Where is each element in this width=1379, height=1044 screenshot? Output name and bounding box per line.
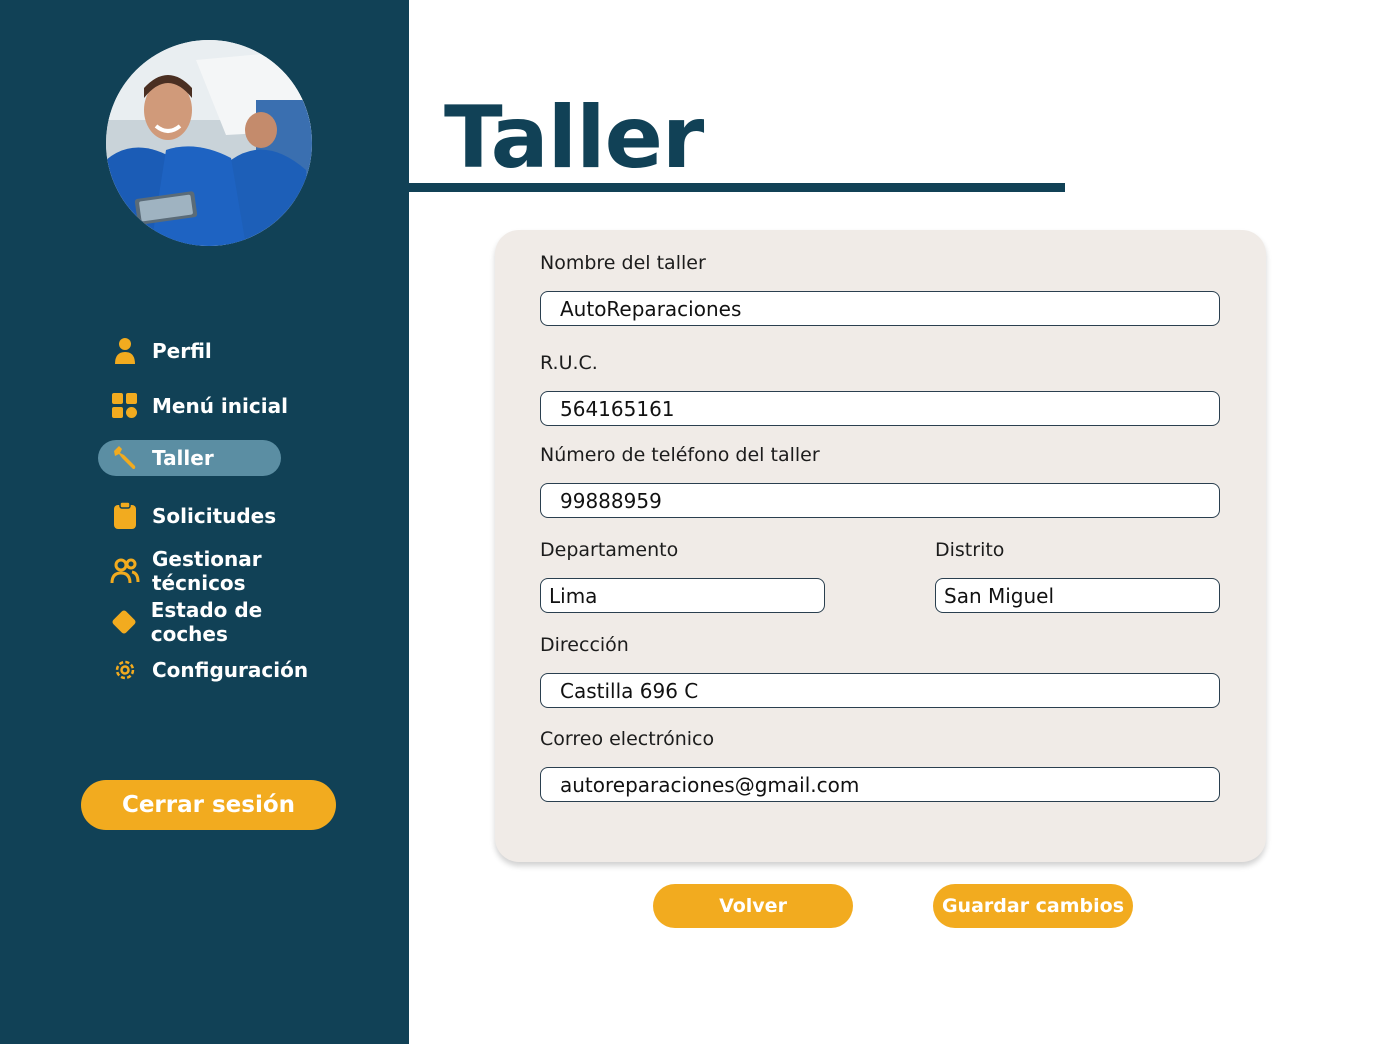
sidebar-item-label: Taller bbox=[152, 446, 214, 470]
mechanic-photo bbox=[106, 40, 312, 246]
back-button[interactable]: Volver bbox=[653, 884, 853, 928]
sidebar-item-taller[interactable]: Taller bbox=[98, 440, 281, 476]
grid-icon bbox=[110, 391, 140, 421]
logout-button[interactable]: Cerrar sesión bbox=[81, 780, 336, 830]
correo-label: Correo electrónico bbox=[540, 728, 715, 750]
nombre-label: Nombre del taller bbox=[540, 252, 706, 274]
sidebar-item-label: Perfil bbox=[152, 339, 212, 363]
sidebar-item-gestionar-tecnicos[interactable]: Gestionar técnicos bbox=[98, 547, 338, 595]
telefono-label: Número de teléfono del taller bbox=[540, 444, 820, 466]
save-button[interactable]: Guardar cambios bbox=[933, 884, 1133, 928]
distrito-input[interactable]: San Miguel bbox=[935, 578, 1220, 613]
direccion-label: Dirección bbox=[540, 634, 629, 656]
title-divider bbox=[409, 183, 1065, 192]
clipboard-icon bbox=[110, 501, 140, 531]
users-icon bbox=[110, 556, 140, 586]
direccion-input[interactable]: Castilla 696 C bbox=[540, 673, 1220, 708]
gear-icon bbox=[110, 655, 140, 685]
ruc-label: R.U.C. bbox=[540, 352, 598, 374]
sidebar-item-configuracion[interactable]: Configuración bbox=[98, 652, 338, 688]
sidebar-item-label: Solicitudes bbox=[152, 504, 277, 528]
departamento-input[interactable]: Lima bbox=[540, 578, 825, 613]
page-title: Taller bbox=[444, 88, 704, 188]
sidebar-item-label: Configuración bbox=[152, 658, 309, 682]
sidebar-item-label: Menú inicial bbox=[152, 394, 288, 418]
correo-input[interactable]: autoreparaciones@gmail.com bbox=[540, 767, 1220, 802]
ruc-input[interactable]: 564165161 bbox=[540, 391, 1220, 426]
sidebar-item-label: Estado de coches bbox=[150, 598, 263, 646]
distrito-label: Distrito bbox=[935, 539, 1005, 561]
departamento-label: Departamento bbox=[540, 539, 679, 561]
nombre-input[interactable]: AutoReparaciones bbox=[540, 291, 1220, 326]
sidebar-item-estado-coches[interactable]: Estado de coches bbox=[98, 598, 338, 646]
sidebar-item-solicitudes[interactable]: Solicitudes bbox=[98, 498, 338, 534]
telefono-input[interactable]: 99888959 bbox=[540, 483, 1220, 518]
sidebar-item-label: Gestionar técnicos bbox=[152, 547, 262, 595]
diamond-icon bbox=[110, 607, 139, 637]
sidebar: Perfil Menú inicial Taller Solicitudes G… bbox=[0, 0, 409, 1044]
sidebar-item-menu-inicial[interactable]: Menú inicial bbox=[98, 388, 338, 424]
user-icon bbox=[110, 336, 140, 366]
avatar bbox=[106, 40, 312, 246]
sidebar-item-perfil[interactable]: Perfil bbox=[98, 333, 338, 369]
wrench-icon bbox=[110, 443, 140, 473]
